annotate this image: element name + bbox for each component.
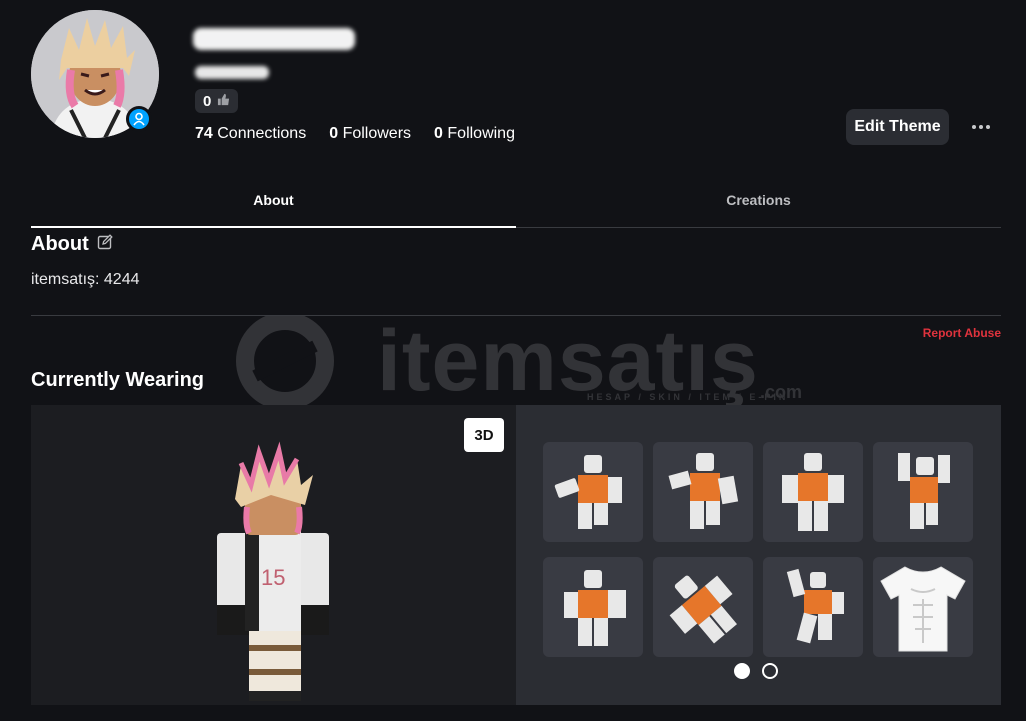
tab-about[interactable]: About [31, 182, 516, 228]
wearing-item-4[interactable] [873, 442, 973, 542]
animation-pose-icon [668, 453, 739, 529]
about-title: About [31, 233, 89, 255]
tab-creations[interactable]: Creations [516, 182, 1001, 227]
likes-badge[interactable]: 0 [195, 89, 239, 113]
toggle-3d-button[interactable]: 3D [464, 418, 504, 452]
wearing-item-6[interactable] [653, 557, 753, 657]
connections-stat[interactable]: 74 Connections [195, 125, 306, 143]
animation-pose-icon [669, 575, 737, 644]
animation-pose-icon [786, 568, 844, 644]
wearing-item-3[interactable] [763, 442, 863, 542]
svg-text:15: 15 [261, 565, 285, 590]
edit-pencil-icon[interactable] [97, 233, 113, 256]
wearing-item-2[interactable] [653, 442, 753, 542]
animation-pose-icon [564, 570, 626, 646]
more-options-icon[interactable] [967, 113, 995, 141]
username-redacted [195, 66, 269, 79]
profile-stats: 74 Connections 0 Followers 0 Following [195, 125, 515, 143]
wearing-item-7[interactable] [763, 557, 863, 657]
animation-pose-icon [554, 455, 622, 529]
shirt-icon [880, 566, 966, 652]
watermark-tagline: HESAP / SKIN / ITEM / E-PIN [587, 392, 789, 402]
about-heading: About [31, 233, 113, 256]
user-presence-icon [126, 106, 152, 132]
likes-count: 0 [203, 92, 212, 110]
wearing-item-5[interactable] [543, 557, 643, 657]
display-name-redacted [193, 28, 355, 50]
profile-tabs: About Creations [31, 182, 1001, 228]
watermark-brand: itemsatış [377, 313, 759, 409]
currently-wearing-title: Currently Wearing [31, 369, 204, 391]
edit-theme-button[interactable]: Edit Theme [846, 109, 949, 145]
wearing-item-8[interactable] [873, 557, 973, 657]
following-stat[interactable]: 0 Following [434, 125, 515, 143]
avatar-preview-panel[interactable]: 15 [31, 405, 516, 705]
animation-pose-icon [898, 453, 950, 529]
followers-stat[interactable]: 0 Followers [329, 125, 411, 143]
report-abuse-link[interactable]: Report Abuse [923, 326, 1001, 340]
animation-pose-icon [782, 453, 844, 531]
section-divider [31, 315, 1001, 316]
wearing-item-1[interactable] [543, 442, 643, 542]
about-description: itemsatış: 4244 [31, 271, 140, 288]
watermark-logo: itemsatış HESAP / SKIN / ITEM / E-PIN .c… [215, 312, 815, 410]
wearing-items-grid [543, 442, 973, 657]
page-dot-2[interactable] [762, 663, 778, 679]
watermark-suffix: .com [760, 382, 803, 402]
avatar-figure-image: 15 [217, 441, 329, 701]
thumbs-up-icon [217, 93, 230, 110]
page-dot-1[interactable] [734, 663, 750, 679]
carousel-pagination [734, 663, 778, 679]
